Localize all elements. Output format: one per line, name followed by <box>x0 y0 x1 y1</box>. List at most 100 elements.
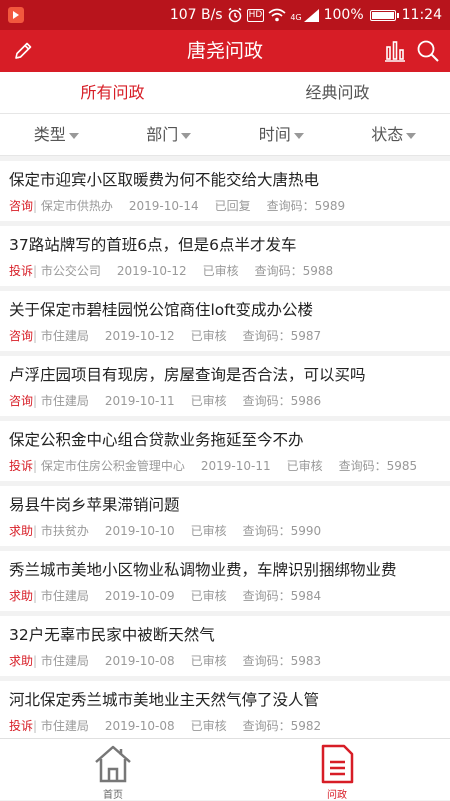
item-meta: 投诉| 保定市住房公积金管理中心2019-10-11已审核查询码：5985 <box>9 457 441 474</box>
list-item[interactable]: 37路站牌写的首班6点，但是6点半才发车 投诉| 市公交公司2019-10-12… <box>0 226 450 286</box>
item-department: 市扶贫办 <box>41 524 89 538</box>
filter-department[interactable]: 部门 <box>113 114 226 155</box>
item-code: 查询码：5984 <box>243 589 322 603</box>
item-status: 已审核 <box>191 654 227 668</box>
item-date: 2019-10-12 <box>105 329 175 343</box>
caret-down-icon <box>69 133 79 139</box>
item-code: 查询码：5982 <box>243 719 322 733</box>
item-title: 保定市迎宾小区取暖费为何不能交给大唐热电 <box>9 169 441 191</box>
item-code: 查询码：5988 <box>255 264 334 278</box>
page-title: 唐尧问政 <box>0 30 450 72</box>
item-code: 查询码：5985 <box>339 459 418 473</box>
filter-type-label: 类型 <box>34 125 66 144</box>
list-item[interactable]: 关于保定市碧桂园悦公馆商住loft变成办公楼 咨询| 市住建局2019-10-1… <box>0 291 450 351</box>
item-status: 已审核 <box>191 719 227 733</box>
item-status: 已审核 <box>287 459 323 473</box>
list-item[interactable]: 保定市迎宾小区取暖费为何不能交给大唐热电 咨询| 保定市供热办2019-10-1… <box>0 161 450 221</box>
item-category: 投诉 <box>9 719 33 733</box>
list-item[interactable]: 河北保定秀兰城市美地业主天然气停了没人管 投诉| 市住建局2019-10-08已… <box>0 681 450 741</box>
item-status: 已回复 <box>215 199 251 213</box>
battery-percent: 100% <box>324 7 364 23</box>
item-department: 市住建局 <box>41 654 89 668</box>
network-speed: 107 B/s <box>170 7 223 23</box>
list-item[interactable]: 保定公积金中心组合贷款业务拖延至今不办 投诉| 保定市住房公积金管理中心2019… <box>0 421 450 481</box>
item-title: 保定公积金中心组合贷款业务拖延至今不办 <box>9 429 441 451</box>
item-category: 求助 <box>9 654 33 668</box>
item-date: 2019-10-10 <box>105 524 175 538</box>
filter-department-label: 部门 <box>146 125 178 144</box>
item-meta: 投诉| 市住建局2019-10-08已审核查询码：5982 <box>9 717 441 734</box>
item-title: 易县牛岗乡苹果滞销问题 <box>9 494 441 516</box>
item-department: 市住建局 <box>41 329 89 343</box>
app-notification-icon <box>8 7 24 23</box>
item-title: 秀兰城市美地小区物业私调物业费，车牌识别捆绑物业费 <box>9 559 441 581</box>
list-item[interactable]: 卢浮庄园项目有现房，房屋查询是否合法，可以买吗 咨询| 市住建局2019-10-… <box>0 356 450 416</box>
caret-down-icon <box>406 133 416 139</box>
list-item[interactable]: 易县牛岗乡苹果滞销问题 求助| 市扶贫办2019-10-10已审核查询码：599… <box>0 486 450 546</box>
filter-time[interactable]: 时间 <box>225 114 338 155</box>
item-code: 查询码：5987 <box>243 329 322 343</box>
item-category: 咨询 <box>9 394 33 408</box>
item-meta: 咨询| 市住建局2019-10-12已审核查询码：5987 <box>9 327 441 344</box>
list-item[interactable]: 秀兰城市美地小区物业私调物业费，车牌识别捆绑物业费 求助| 市住建局2019-1… <box>0 551 450 611</box>
item-category: 投诉 <box>9 264 33 278</box>
filter-status-label: 状态 <box>371 125 403 144</box>
item-category: 求助 <box>9 524 33 538</box>
item-date: 2019-10-08 <box>105 654 175 668</box>
item-meta: 求助| 市住建局2019-10-08已审核查询码：5983 <box>9 652 441 669</box>
item-department: 市住建局 <box>41 589 89 603</box>
item-date: 2019-10-08 <box>105 719 175 733</box>
item-meta: 求助| 市扶贫办2019-10-10已审核查询码：5990 <box>9 522 441 539</box>
list-item[interactable]: 32户无辜市民家中被断天然气 求助| 市住建局2019-10-08已审核查询码：… <box>0 616 450 676</box>
item-date: 2019-10-11 <box>105 394 175 408</box>
clock: 11:24 <box>402 7 442 23</box>
item-department: 市公交公司 <box>41 264 101 278</box>
tab-all-inquiries[interactable]: 所有问政 <box>0 72 225 113</box>
tab-bar: 所有问政 经典问政 <box>0 72 450 114</box>
filter-status[interactable]: 状态 <box>338 114 450 155</box>
nav-inquiry-label: 问政 <box>307 786 367 801</box>
nav-home[interactable]: 首页 <box>83 743 143 801</box>
network-type: 4G <box>290 13 301 22</box>
item-status: 已审核 <box>191 394 227 408</box>
item-status: 已审核 <box>191 329 227 343</box>
item-code: 查询码：5986 <box>243 394 322 408</box>
item-department: 保定市住房公积金管理中心 <box>41 459 185 473</box>
item-category: 投诉 <box>9 459 33 473</box>
item-title: 河北保定秀兰城市美地业主天然气停了没人管 <box>9 689 441 711</box>
caret-down-icon <box>294 133 304 139</box>
inquiry-list: 保定市迎宾小区取暖费为何不能交给大唐热电 咨询| 保定市供热办2019-10-1… <box>0 161 450 746</box>
document-icon <box>317 743 357 785</box>
wifi-icon <box>268 8 286 22</box>
filter-type[interactable]: 类型 <box>0 114 113 155</box>
home-icon <box>93 743 133 785</box>
item-title: 37路站牌写的首班6点，但是6点半才发车 <box>9 234 441 256</box>
item-category: 求助 <box>9 589 33 603</box>
item-department: 保定市供热办 <box>41 199 113 213</box>
item-title: 32户无辜市民家中被断天然气 <box>9 624 441 646</box>
item-meta: 投诉| 市公交公司2019-10-12已审核查询码：5988 <box>9 262 441 279</box>
item-code: 查询码：5989 <box>267 199 346 213</box>
battery-icon <box>370 10 396 21</box>
statistics-icon[interactable] <box>384 39 406 63</box>
item-status: 已审核 <box>191 589 227 603</box>
item-status: 已审核 <box>191 524 227 538</box>
item-meta: 咨询| 市住建局2019-10-11已审核查询码：5986 <box>9 392 441 409</box>
signal-icon <box>304 9 320 22</box>
edit-icon[interactable] <box>12 40 34 62</box>
filter-bar: 类型 部门 时间 状态 <box>0 114 450 156</box>
search-icon[interactable] <box>416 39 440 63</box>
item-category: 咨询 <box>9 329 33 343</box>
tab-classic-inquiries[interactable]: 经典问政 <box>225 72 450 113</box>
nav-inquiry[interactable]: 问政 <box>307 743 367 801</box>
hd-badge: HD <box>247 9 265 22</box>
item-date: 2019-10-11 <box>201 459 271 473</box>
nav-home-label: 首页 <box>83 786 143 801</box>
item-meta: 求助| 市住建局2019-10-09已审核查询码：5984 <box>9 587 441 604</box>
filter-time-label: 时间 <box>259 125 291 144</box>
item-department: 市住建局 <box>41 719 89 733</box>
item-meta: 咨询| 保定市供热办2019-10-14已回复查询码：5989 <box>9 197 441 214</box>
item-code: 查询码：5990 <box>243 524 322 538</box>
bottom-nav: 首页 问政 <box>0 738 450 800</box>
item-title: 卢浮庄园项目有现房，房屋查询是否合法，可以买吗 <box>9 364 441 386</box>
